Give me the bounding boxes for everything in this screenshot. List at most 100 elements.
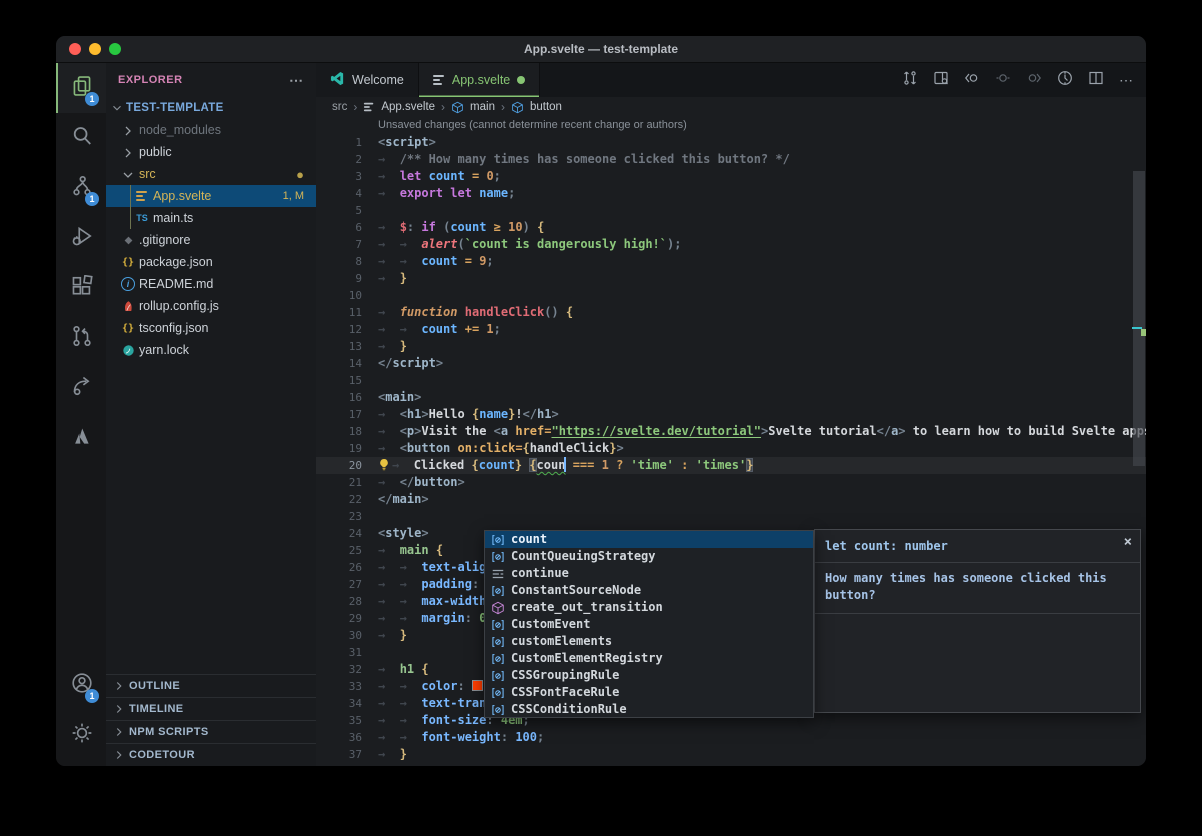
section-npm-scripts[interactable]: NPM SCRIPTS <box>106 720 316 743</box>
scrollbar-slider[interactable] <box>1133 171 1145 466</box>
code-line-8: 8→ → count = 9; <box>316 253 1146 270</box>
line-content: <main> <box>378 389 421 406</box>
section-outline[interactable]: OUTLINE <box>106 674 316 697</box>
file-row-tsconfig.json[interactable]: {}tsconfig.json <box>106 317 316 339</box>
activity-source-control[interactable]: 1 <box>56 163 106 213</box>
line-content: → export let name; <box>378 185 515 202</box>
breadcrumb-button[interactable]: button <box>530 101 562 113</box>
line-number: 26 <box>316 559 378 576</box>
line-content: → main { <box>378 542 443 559</box>
line-number: 9 <box>316 270 378 287</box>
file-row-rollup.config.js[interactable]: rollup.config.js <box>106 295 316 317</box>
tab-app-svelte[interactable]: App.svelte <box>419 63 540 97</box>
suggestion-label: CountQueuingStrategy <box>511 548 656 565</box>
folder-row-public[interactable]: public <box>106 141 316 163</box>
suggestion-label: CustomEvent <box>511 616 590 633</box>
code-line-12: 12→ → count += 1; <box>316 321 1146 338</box>
codelens-annotation[interactable]: Unsaved changes (cannot determine recent… <box>316 117 1146 134</box>
suggestion-CountQueuingStrategy[interactable]: CountQueuingStrategy <box>485 548 813 565</box>
more-actions-icon[interactable]: ⋯ <box>1119 72 1134 89</box>
line-content: → → count = 9; <box>378 253 494 270</box>
suggestion-customElements[interactable]: customElements <box>485 633 813 650</box>
zoom-window-button[interactable] <box>109 43 121 55</box>
activity-accounts[interactable]: 1 <box>56 660 106 710</box>
breadcrumb-src[interactable]: src <box>332 101 347 113</box>
sidebar-more-actions-icon[interactable]: ⋯ <box>289 72 304 89</box>
tab-bar: Welcome App.svelte ⋯ <box>316 63 1146 97</box>
suggestion-ConstantSourceNode[interactable]: ConstantSourceNode <box>485 582 813 599</box>
line-number: 33 <box>316 678 378 695</box>
code-editor[interactable]: Unsaved changes (cannot determine recent… <box>316 117 1146 766</box>
activity-run-debug[interactable] <box>56 213 106 263</box>
open-changes-icon[interactable] <box>902 70 918 91</box>
file-row-main.ts[interactable]: TSmain.ts <box>106 207 316 229</box>
line-number: 24 <box>316 525 378 542</box>
svelte-file-icon <box>433 75 445 85</box>
file-label: package.json <box>139 255 213 269</box>
suggestion-continue[interactable]: continue <box>485 565 813 582</box>
line-number: 12 <box>316 321 378 338</box>
code-line-11: 11→ function handleClick() { <box>316 304 1146 321</box>
file-label: App.svelte <box>153 189 211 203</box>
line-number: 22 <box>316 491 378 508</box>
section-timeline[interactable]: TIMELINE <box>106 697 316 720</box>
file-row-yarn.lock[interactable]: yarn.lock <box>106 339 316 361</box>
section-codetour[interactable]: CODETOUR <box>106 743 316 766</box>
color-swatch[interactable] <box>473 681 482 690</box>
settings-gear-icon <box>71 722 93 749</box>
line-number: 20 <box>316 457 378 474</box>
file-label: src <box>139 167 156 181</box>
suggestion-CSSConditionRule[interactable]: CSSConditionRule <box>485 701 813 718</box>
json-file-icon: {} <box>120 320 136 336</box>
tour-current-icon[interactable] <box>995 70 1011 91</box>
line-number: 2 <box>316 151 378 168</box>
breadcrumbs: src › App.svelte › main › button <box>316 97 1146 117</box>
file-row-package.json[interactable]: {}package.json <box>106 251 316 273</box>
suggestion-create_out_transition[interactable]: create_out_transition <box>485 599 813 616</box>
file-label: main.ts <box>153 211 193 225</box>
code-line-17: 17→ <h1>Hello {name}!</h1> <box>316 406 1146 423</box>
suggestion-count[interactable]: count <box>485 531 813 548</box>
folder-row-node_modules[interactable]: node_modules <box>106 119 316 141</box>
chevron-down-icon <box>110 101 124 115</box>
line-content: → function handleClick() { <box>378 304 573 321</box>
split-editor-icon[interactable] <box>1088 70 1104 91</box>
breadcrumb-main[interactable]: main <box>470 101 495 113</box>
close-window-button[interactable] <box>69 43 81 55</box>
symbol-variable-icon <box>490 635 506 649</box>
file-row-App.svelte[interactable]: App.svelte1, M <box>106 185 316 207</box>
file-row-.gitignore[interactable]: .gitignore <box>106 229 316 251</box>
file-row-README.md[interactable]: iREADME.md <box>106 273 316 295</box>
tour-forward-icon[interactable] <box>1026 70 1042 91</box>
timeline-icon[interactable] <box>1057 70 1073 91</box>
file-tree: node_modulespublicsrc●App.svelte1, MTSma… <box>106 119 316 361</box>
suggestion-CSSFontFaceRule[interactable]: CSSFontFaceRule <box>485 684 813 701</box>
tree-root-folder[interactable]: TEST-TEMPLATE <box>106 97 316 119</box>
file-label: yarn.lock <box>139 343 189 357</box>
suggestion-CSSGroupingRule[interactable]: CSSGroupingRule <box>485 667 813 684</box>
activity-settings[interactable] <box>56 710 106 760</box>
section-label: NPM SCRIPTS <box>129 726 209 738</box>
tour-back-icon[interactable] <box>964 70 980 91</box>
activity-github-pr[interactable] <box>56 313 106 363</box>
activity-extensions[interactable] <box>56 263 106 313</box>
line-content: <style> <box>378 525 429 542</box>
modified-dot-icon[interactable] <box>517 76 525 84</box>
suggestion-CustomEvent[interactable]: CustomEvent <box>485 616 813 633</box>
code-line-5: 5 <box>316 202 1146 219</box>
folder-row-src[interactable]: src● <box>106 163 316 185</box>
open-preview-icon[interactable] <box>933 70 949 91</box>
close-icon[interactable]: × <box>1124 534 1132 551</box>
activity-live-share[interactable] <box>56 363 106 413</box>
breadcrumb-file[interactable]: App.svelte <box>381 101 435 113</box>
file-label: tsconfig.json <box>139 321 208 335</box>
lightbulb-icon[interactable] <box>378 458 392 472</box>
sidebar-title: EXPLORER <box>118 74 183 86</box>
suggestion-CustomElementRegistry[interactable]: CustomElementRegistry <box>485 650 813 667</box>
activity-explorer[interactable]: 1 <box>56 63 106 113</box>
tab-welcome[interactable]: Welcome <box>316 63 419 97</box>
activity-search[interactable] <box>56 113 106 163</box>
symbol-variable-icon <box>490 533 506 547</box>
activity-azure[interactable] <box>56 413 106 463</box>
minimize-window-button[interactable] <box>89 43 101 55</box>
